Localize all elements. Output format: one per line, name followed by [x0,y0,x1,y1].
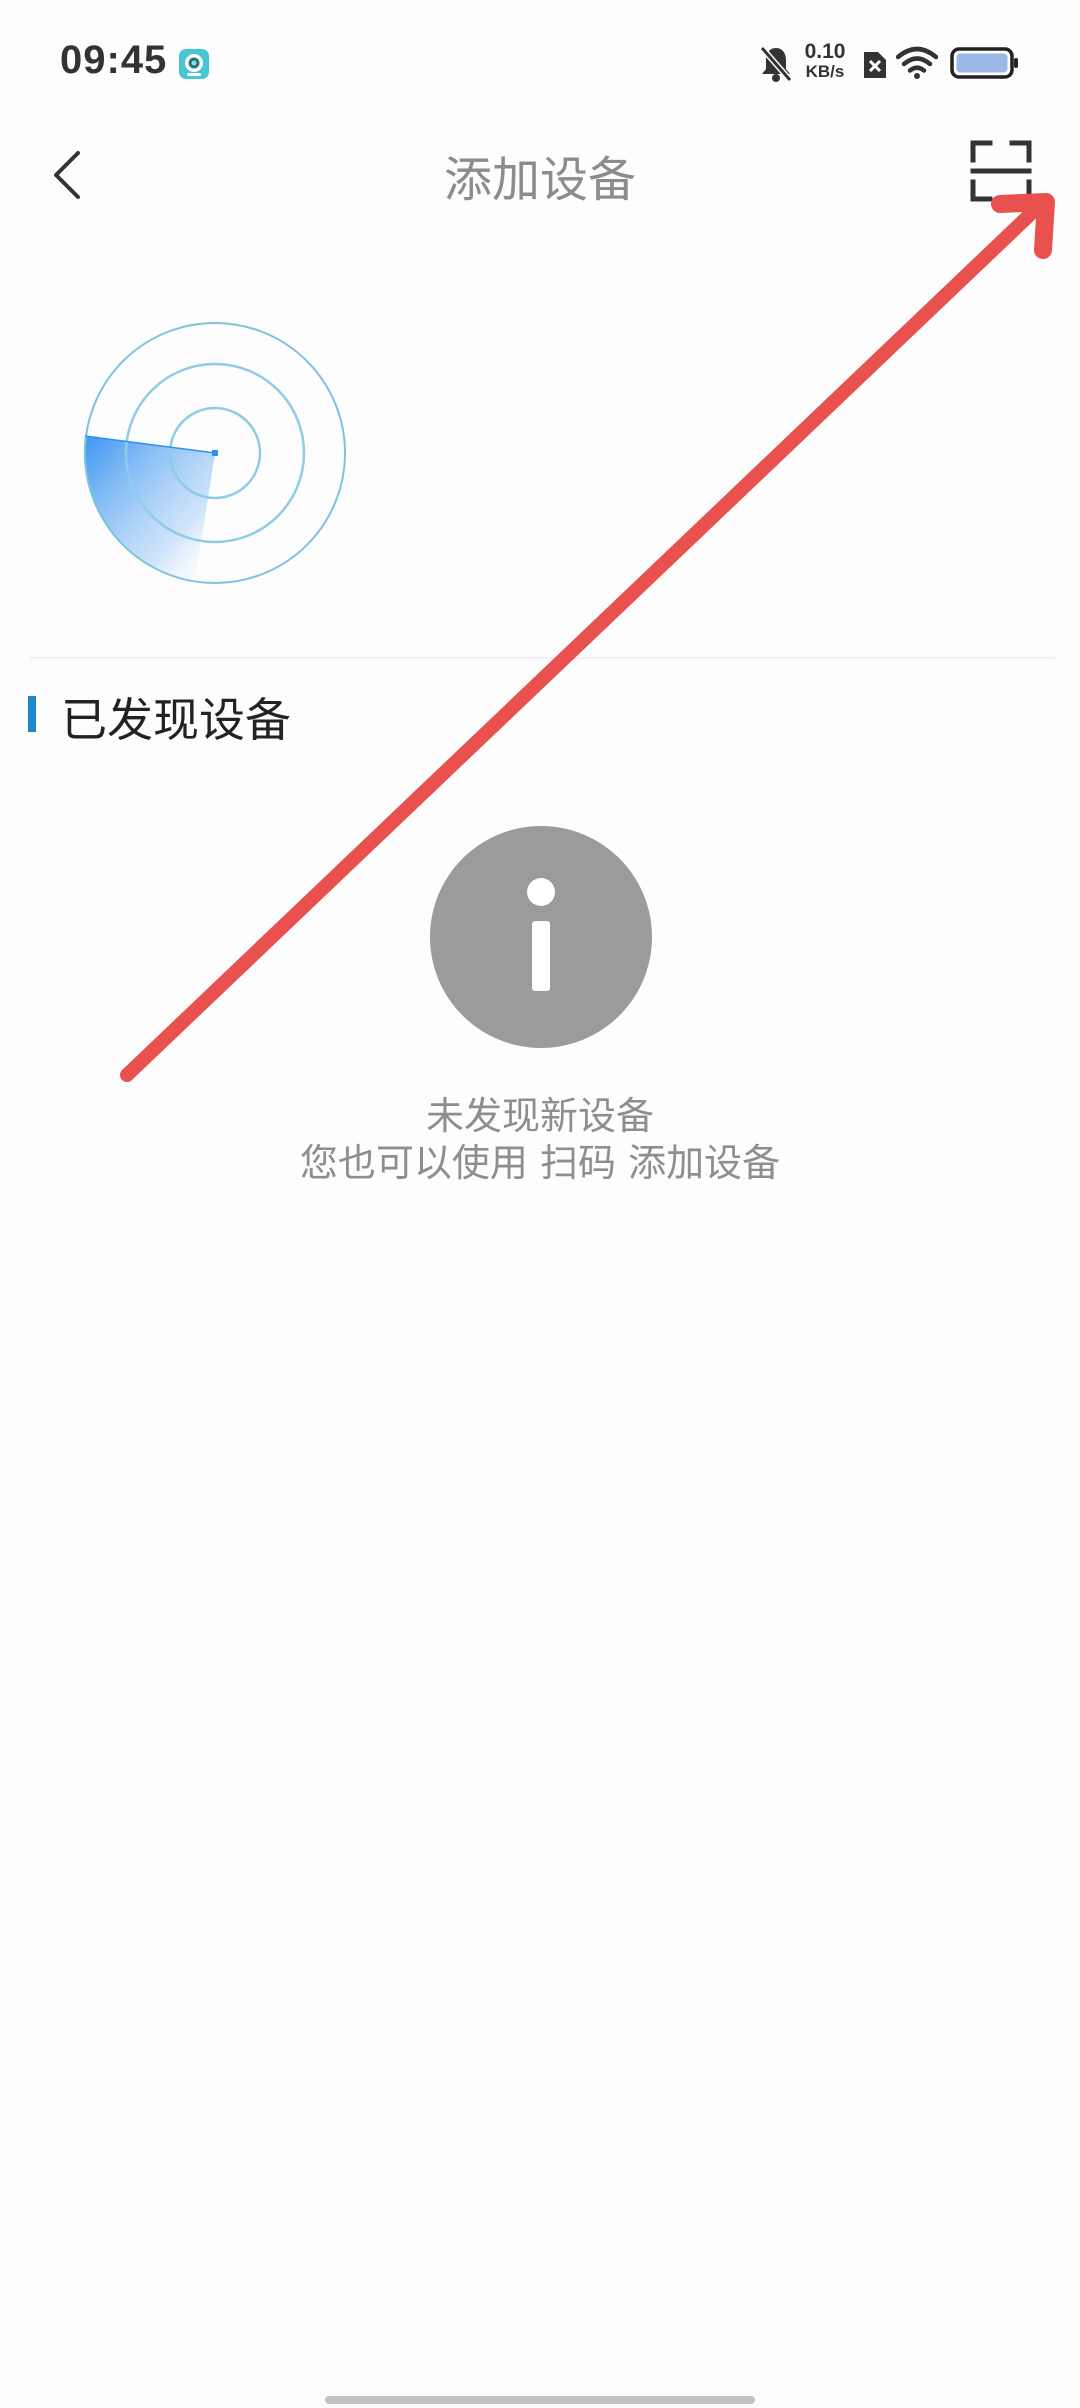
empty-hint: 您也可以使用 扫码 添加设备 [299,1141,781,1185]
network-speed: 0.10 KB/s [800,40,850,82]
section-title: 已发现设备 [61,693,291,747]
app-notification-icon [179,49,209,79]
divider [30,657,1055,659]
radar-scan-icon [83,322,346,584]
page-title: 添加设备 [443,152,636,208]
wifi-icon [896,46,938,79]
battery-icon [950,47,1018,79]
network-speed-unit: KB/s [805,62,845,81]
status-time: 09:45 [60,38,168,82]
mute-bell-icon [759,46,793,82]
sim-x-icon [864,52,886,78]
scan-frame-icon [970,140,1032,202]
info-icon [430,826,652,1048]
section-accent-bar [28,696,36,732]
status-bar: 09:45 0.10 KB/s [0,0,1080,130]
info-glyph [527,878,555,991]
scan-button[interactable] [968,138,1034,204]
home-indicator[interactable] [325,2396,755,2404]
network-speed-value: 0.10 [804,40,846,63]
